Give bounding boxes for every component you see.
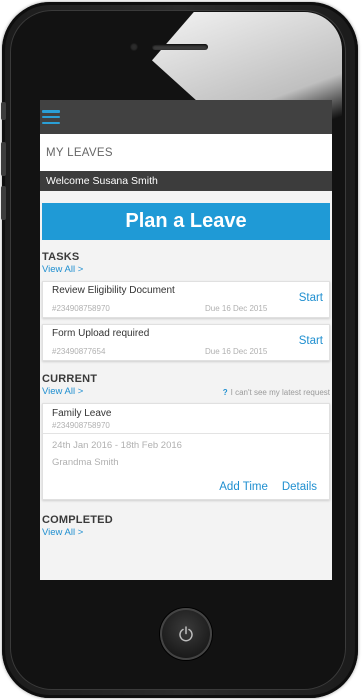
- main-content: Plan a Leave TASKS View All > Review Eli…: [40, 203, 332, 538]
- speaker-grille: [152, 44, 208, 50]
- tasks-view-all-link[interactable]: View All >: [42, 264, 330, 275]
- volume-up-button: [1, 142, 6, 176]
- leave-dates: 24th Jan 2016 - 18th Feb 2016: [52, 440, 182, 451]
- welcome-banner: Welcome Susana Smith: [40, 171, 332, 191]
- current-view-all-link[interactable]: View All >: [42, 386, 83, 397]
- task-due-date: Due 16 Dec 2015: [205, 304, 268, 313]
- leave-person: Grandma Smith: [52, 457, 119, 468]
- phone-frame: MY LEAVES Welcome Susana Smith Plan a Le…: [1, 2, 358, 698]
- completed-view-all-link[interactable]: View All >: [42, 527, 330, 538]
- leave-title: Family Leave: [52, 408, 112, 419]
- missing-request-help-link[interactable]: ? I can't see my latest request: [223, 388, 330, 397]
- task-start-button[interactable]: Start: [299, 335, 323, 347]
- task-due-date: Due 16 Dec 2015: [205, 347, 268, 356]
- app-screen: MY LEAVES Welcome Susana Smith Plan a Le…: [40, 100, 332, 580]
- hamburger-menu-icon[interactable]: [42, 110, 60, 124]
- page-title: MY LEAVES: [40, 134, 332, 171]
- current-subheader: View All > ? I can't see my latest reques…: [42, 385, 330, 397]
- current-leave-header: Family Leave #234908758970: [43, 404, 329, 434]
- front-camera-icon: [130, 43, 138, 51]
- home-button[interactable]: [160, 608, 212, 660]
- current-heading: CURRENT: [42, 373, 98, 385]
- volume-down-button: [1, 186, 6, 220]
- plan-leave-button[interactable]: Plan a Leave: [42, 203, 330, 240]
- details-button[interactable]: Details: [282, 481, 317, 493]
- task-id: #23490877654: [52, 347, 106, 356]
- task-id: #234908758970: [52, 304, 110, 313]
- app-bar: [40, 100, 332, 134]
- leave-id: #234908758970: [52, 421, 110, 430]
- current-leave-card: Family Leave #234908758970 24th Jan 2016…: [42, 403, 330, 500]
- leave-actions: Add Time Details: [219, 481, 317, 493]
- task-title: Form Upload required: [52, 328, 150, 339]
- help-question-icon: ?: [222, 388, 228, 397]
- completed-heading: COMPLETED: [42, 514, 113, 526]
- task-title: Review Eligibility Document: [52, 285, 175, 296]
- power-icon: [179, 626, 193, 642]
- task-card[interactable]: Review Eligibility Document #23490875897…: [42, 281, 330, 318]
- task-start-button[interactable]: Start: [299, 292, 323, 304]
- help-text: I can't see my latest request: [230, 388, 330, 397]
- mute-switch: [1, 102, 6, 120]
- add-time-button[interactable]: Add Time: [219, 481, 268, 493]
- task-card[interactable]: Form Upload required #23490877654 Due 16…: [42, 324, 330, 361]
- tasks-heading: TASKS: [42, 251, 80, 263]
